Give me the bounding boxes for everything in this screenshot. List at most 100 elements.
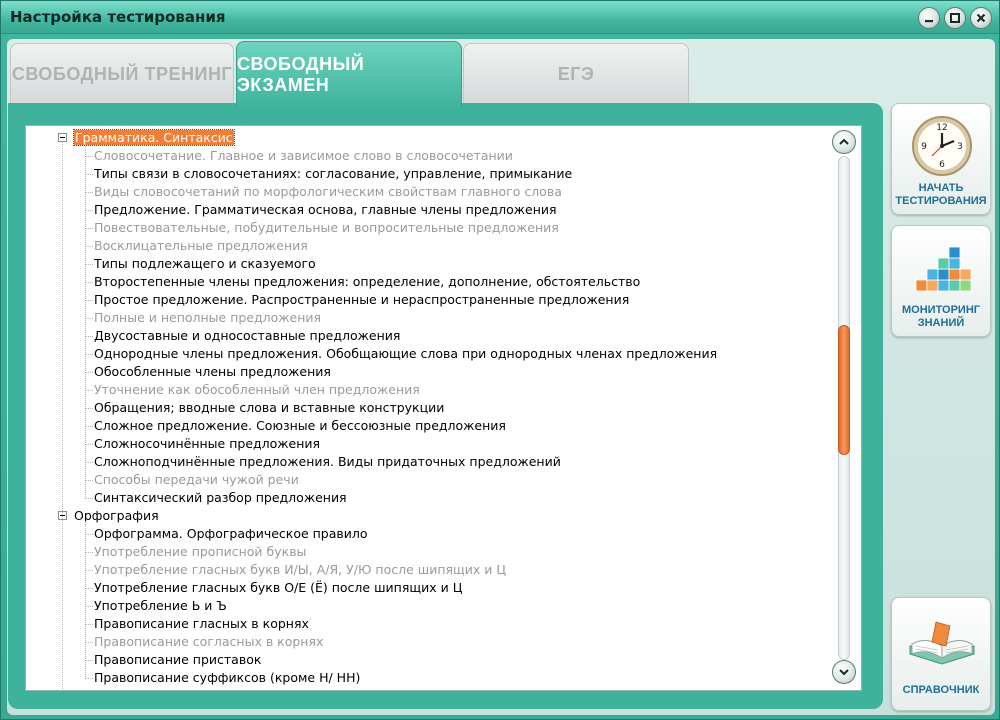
tree-item[interactable]: Уточнение как обособленный член предложе… — [94, 381, 420, 399]
book-icon — [909, 621, 975, 665]
tab-ege[interactable]: ЕГЭ — [463, 43, 689, 105]
window-title: Настройка тестирования — [10, 8, 226, 26]
scroll-up-button[interactable] — [832, 130, 856, 154]
tree-connector — [86, 624, 93, 625]
tree-item[interactable]: Предложение. Грамматическая основа, глав… — [94, 201, 557, 219]
tree-item[interactable]: Сложносочинённые предложения — [94, 435, 320, 453]
start-testing-button[interactable]: 12 3 6 9 НАЧАТЬ ТЕСТИРОВАНИЯ — [891, 103, 991, 215]
tree-connector — [86, 372, 93, 373]
start-testing-label-2: ТЕСТИРОВАНИЯ — [895, 195, 987, 207]
start-testing-label-1: НАЧАТЬ — [918, 182, 964, 194]
chart-cubes-icon — [915, 246, 972, 292]
tree-connector — [86, 228, 93, 229]
tree-connector — [86, 264, 93, 265]
topics-tree: Грамматика. Синтаксис Словосочетание. Гла… — [26, 126, 831, 690]
tree-item[interactable]: Правописание суффиксов (кроме Н/ НН) — [94, 669, 360, 687]
tree-group-label: Орфография — [74, 508, 159, 523]
tree-connector — [86, 426, 93, 427]
tree-item[interactable]: Орфограмма. Орфографическое правило — [94, 525, 368, 543]
clock-numeral-12: 12 — [936, 123, 947, 133]
tree-connector — [86, 462, 93, 463]
knowledge-monitoring-label-1: МОНИТОРИНГ — [902, 304, 980, 316]
tree-item[interactable]: Восклицательные предложения — [94, 237, 308, 255]
tree-item[interactable]: Типы связи в словосочетаниях: согласован… — [94, 165, 572, 183]
tree-item[interactable]: Правописание согласных в корнях — [94, 633, 323, 651]
tree-item[interactable]: Однородные члены предложения. Обобщающие… — [94, 345, 717, 363]
tree-item[interactable]: Простое предложение. Распространенные и … — [94, 291, 629, 309]
tree-item[interactable]: Повествовательные, побудительные и вопро… — [94, 219, 559, 237]
tree-item[interactable]: Типы подлежащего и сказуемого — [94, 255, 316, 273]
tree-connector — [86, 282, 93, 283]
tree-item[interactable]: Употребление гласных букв О/Е (Ё) после … — [94, 579, 462, 597]
tree-connector — [86, 156, 93, 157]
tree-connector — [86, 246, 93, 247]
chevron-up-icon — [839, 138, 849, 145]
minimize-icon — [925, 20, 933, 23]
tree-connector — [86, 606, 93, 607]
tree-item[interactable]: Синтаксический разбор предложения — [94, 489, 347, 507]
tab-free-exam[interactable]: СВОБОДНЫЙ ЭКЗАМЕН — [236, 41, 462, 107]
maximize-button[interactable] — [944, 7, 966, 29]
tree-connector — [86, 498, 93, 499]
tree-group-label: Грамматика. Синтаксис — [73, 129, 235, 146]
tree-connector — [86, 552, 93, 553]
scroll-down-button[interactable] — [832, 660, 856, 684]
tree-group[interactable]: Орфография — [74, 507, 159, 525]
tree-connector — [86, 642, 93, 643]
tree-connector — [86, 534, 93, 535]
topics-list: Грамматика. Синтаксис Словосочетание. Гла… — [25, 125, 862, 691]
tree-connector — [86, 354, 93, 355]
tree-item[interactable]: Обращения; вводные слова и вставные конс… — [94, 399, 444, 417]
tree-item[interactable]: Употребление прописной буквы — [94, 543, 306, 561]
clock-icon: 12 3 6 9 — [912, 116, 972, 176]
tree-item[interactable]: Употребление Ь и Ъ — [94, 597, 227, 615]
clock-numeral-6: 6 — [939, 160, 945, 170]
tree-group[interactable]: Грамматика. Синтаксис — [73, 129, 235, 147]
tree-connector — [86, 390, 93, 391]
tree-guide — [85, 521, 86, 679]
knowledge-monitoring-button[interactable]: МОНИТОРИНГ ЗНАНИЙ — [891, 225, 991, 337]
tab-free-training[interactable]: СВОБОДНЫЙ ТРЕНИНГ — [10, 43, 234, 105]
tree-connector — [86, 300, 93, 301]
tree-connector — [86, 174, 93, 175]
knowledge-monitoring-label-2: ЗНАНИЙ — [917, 317, 965, 329]
tree-connector — [86, 210, 93, 211]
reference-label: СПРАВОЧНИК — [902, 684, 980, 696]
title-bar: Настройка тестирования — [1, 1, 999, 34]
tree-connector — [86, 570, 93, 571]
tree-connector — [86, 480, 93, 481]
tree-item[interactable]: Сложное предложение. Союзные и бессоюзны… — [94, 417, 506, 435]
tree-item[interactable]: Сложноподчинённые предложения. Виды прид… — [94, 453, 561, 471]
tree-item[interactable]: Правописание приставок — [94, 651, 261, 669]
tree-connector — [86, 318, 93, 319]
tree-connector — [86, 588, 93, 589]
tree-connector — [86, 444, 93, 445]
tree-item[interactable]: Обособленные члены предложения — [94, 363, 331, 381]
tree-connector — [86, 678, 93, 679]
maximize-icon — [950, 13, 960, 23]
tree-connector — [86, 660, 93, 661]
tree-item[interactable]: Способы передачи чужой речи — [94, 471, 299, 489]
scroll-thumb[interactable] — [838, 325, 850, 455]
settings-window: Настройка тестирования СВОБОДНЫЙ ТРЕНИНГ… — [0, 0, 1000, 720]
tree-item[interactable]: Правописание гласных в корнях — [94, 615, 309, 633]
tree-guide — [85, 143, 86, 499]
tree-connector — [86, 408, 93, 409]
clock-numeral-3: 3 — [957, 142, 963, 152]
tree-item[interactable]: Двусоставные и односоставные предложения — [94, 327, 400, 345]
tree-item[interactable]: Полные и неполные предложения — [94, 309, 321, 327]
tree-item[interactable]: Словосочетание. Главное и зависимое слов… — [94, 147, 513, 165]
tree-root-guide — [62, 141, 63, 690]
clock-numeral-9: 9 — [921, 142, 927, 152]
tree-item[interactable]: Второстепенные члены предложения: опреде… — [94, 273, 640, 291]
tree-item[interactable]: Употребление гласных букв И/Ы, А/Я, У/Ю … — [94, 561, 506, 579]
tree-item[interactable]: Виды словосочетаний по морфологическим с… — [94, 183, 562, 201]
minimize-button[interactable] — [918, 7, 940, 29]
reference-button[interactable]: СПРАВОЧНИК — [891, 597, 991, 711]
chevron-down-icon — [839, 669, 849, 676]
close-button[interactable] — [970, 7, 992, 29]
vertical-scrollbar[interactable] — [832, 130, 856, 686]
close-icon — [976, 13, 986, 23]
tree-connector — [86, 336, 93, 337]
tree-connector — [86, 192, 93, 193]
